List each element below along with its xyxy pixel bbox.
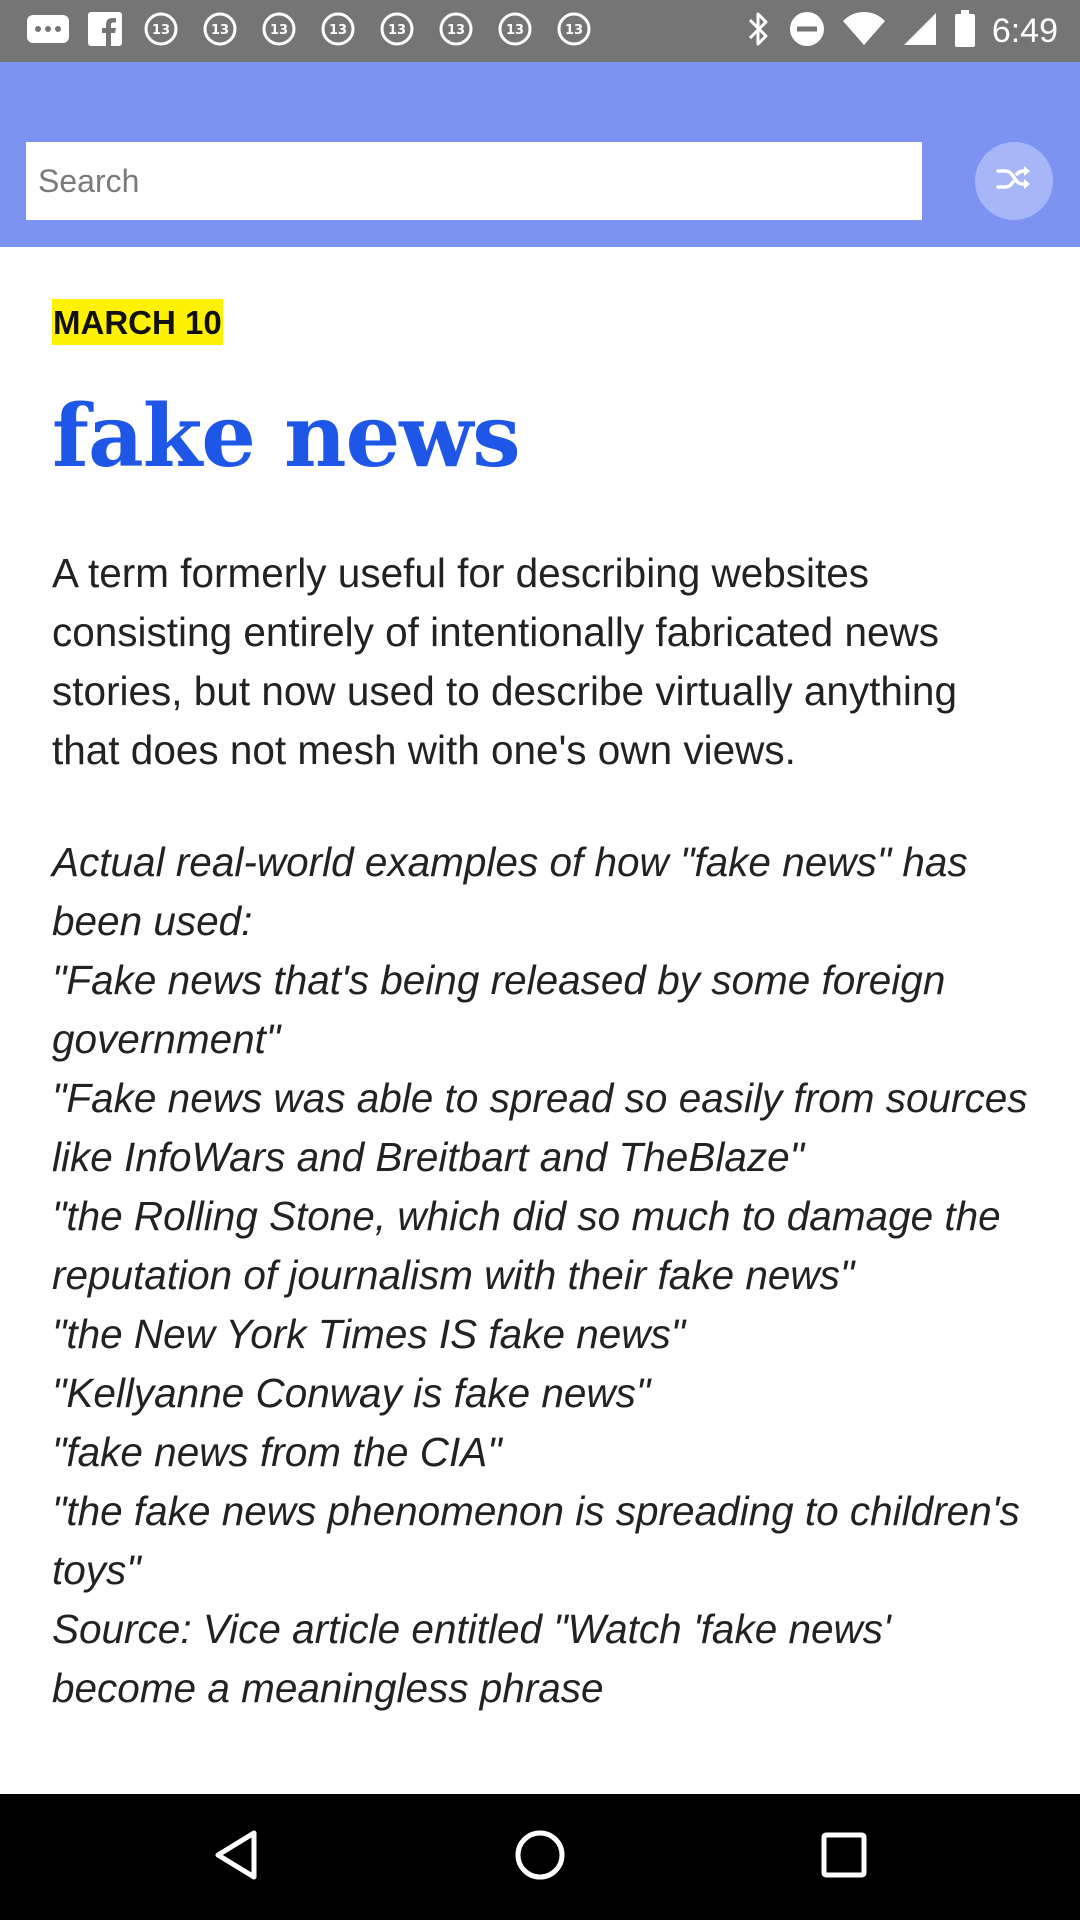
home-icon [514,1829,566,1885]
abc13-icon: 13 [376,12,418,50]
battery-icon [954,10,976,52]
svg-text:13: 13 [270,23,288,38]
source-citation: Source: Vice article entitled "Watch 'fa… [52,1606,891,1711]
svg-text:13: 13 [447,23,465,38]
examples-block: Actual real-world examples of how "fake … [52,833,1028,1718]
do-not-disturb-icon [788,10,826,52]
shuffle-icon [996,164,1032,198]
bluetooth-icon [746,10,772,52]
abc13-icon: 13 [199,12,241,50]
shuffle-button[interactable] [975,142,1053,220]
example-quote: "Kellyanne Conway is fake news" [52,1370,651,1416]
abc13-icon: 13 [494,12,536,50]
wifi-icon [842,11,886,51]
example-quote: "the Rolling Stone, which did so much to… [52,1193,1001,1298]
svg-text:13: 13 [211,23,229,38]
svg-text:13: 13 [506,23,524,38]
example-quote: "fake news from the CIA" [52,1429,502,1475]
abc13-icon: 13 [435,12,477,50]
example-quote: "the New York Times IS fake news" [52,1311,686,1357]
home-button[interactable] [507,1824,573,1890]
svg-text:13: 13 [329,23,347,38]
facebook-icon [87,11,123,51]
more-icon [26,14,70,48]
date-badge: MARCH 10 [52,299,223,345]
abc13-icon: 13 [553,12,595,50]
word-title: fake news [52,386,521,487]
signal-icon [902,11,938,51]
status-time: 6:49 [991,12,1058,50]
examples-intro: Actual real-world examples of how "fake … [52,839,968,944]
recents-icon [820,1831,868,1883]
svg-text:13: 13 [565,23,583,38]
example-quote: "the fake news phenomenon is spreading t… [52,1488,1020,1593]
navigation-bar [0,1794,1080,1920]
abc13-icon: 13 [140,12,182,50]
svg-text:13: 13 [152,23,170,38]
definition-paragraph: A term formerly useful for describing we… [52,550,957,773]
system-icons: 6:49 [746,10,1058,52]
abc13-icon: 13 [317,12,359,50]
example-quote: "Fake news that's being released by some… [52,957,946,1062]
abc13-icon: 13 [258,12,300,50]
search-input[interactable] [26,142,922,220]
svg-text:13: 13 [388,23,406,38]
back-icon [212,1829,260,1885]
recents-button[interactable] [811,1824,877,1890]
definition-text: A term formerly useful for describing we… [52,544,1028,1718]
status-bar: 13 13 13 13 13 13 13 13 6:49 [0,0,1080,62]
notification-icons: 13 13 13 13 13 13 13 13 [26,12,595,50]
example-quote: "Fake news was able to spread so easily … [52,1075,1028,1180]
back-button[interactable] [203,1824,269,1890]
